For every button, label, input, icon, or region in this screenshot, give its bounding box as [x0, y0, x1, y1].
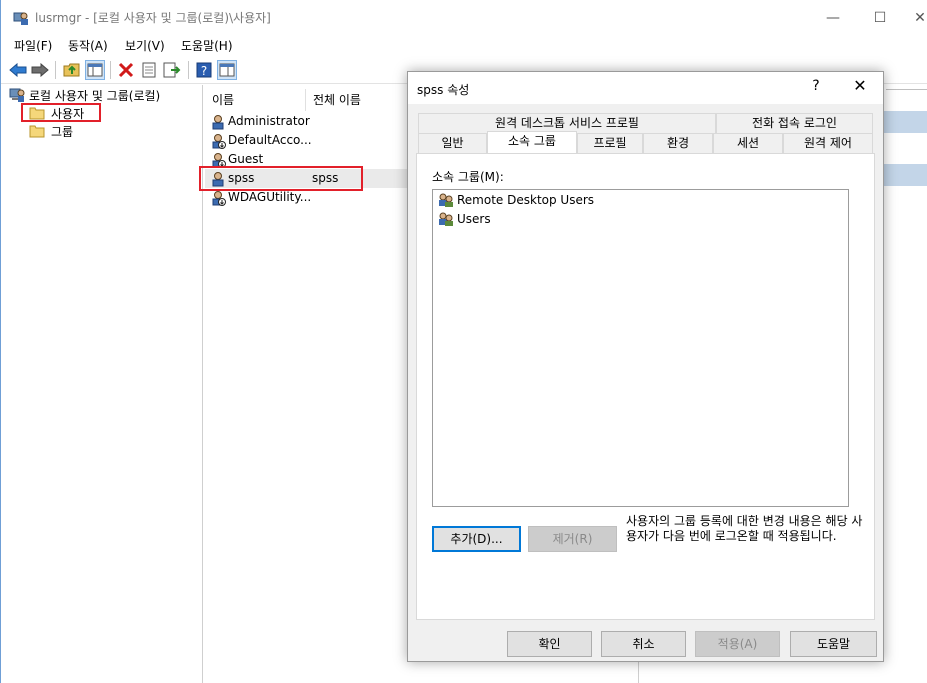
properties-dialog: spss 속성 ? ✕ 원격 데스크톱 서비스 프로필 전화 접속 로그인 일반…	[407, 71, 884, 662]
user-name: Administrator	[228, 114, 310, 128]
tab-member-of[interactable]: 소속 그룹	[487, 131, 577, 153]
toolbar-separator	[110, 61, 111, 79]
tab-general[interactable]: 일반	[418, 133, 487, 153]
member-of-tab-page: 소속 그룹(M): Remote Desktop Users Users 추가(…	[416, 153, 875, 620]
toolbar-separator	[188, 61, 189, 79]
group-name: Users	[457, 212, 491, 226]
folder-icon	[29, 125, 45, 138]
menu-help[interactable]: 도움말(H)	[181, 37, 233, 54]
disabled-user-icon	[212, 191, 226, 206]
cancel-button[interactable]: 취소	[601, 631, 686, 657]
apply-button[interactable]: 적용(A)	[695, 631, 780, 657]
dialog-title: spss 속성	[417, 83, 470, 97]
computer-users-icon	[9, 88, 25, 102]
show-hide-tree-icon[interactable]	[85, 60, 105, 80]
minimize-button[interactable]: —	[810, 4, 856, 32]
tree-root-label: 로컬 사용자 및 그룹(로컬)	[29, 88, 161, 103]
title-bar[interactable]: lusrmgr - [로컬 사용자 및 그룹(로컬)\사용자] — ☐ ✕	[1, 0, 927, 34]
toolbar-separator	[55, 61, 56, 79]
membership-note: 사용자의 그룹 등록에 대한 변경 내용은 해당 사용자가 다음 번에 로그온할…	[626, 514, 863, 543]
tree-item-groups[interactable]: 그룹	[29, 122, 73, 140]
menu-file[interactable]: 파일(F)	[14, 37, 52, 54]
dialog-help-button[interactable]: ?	[806, 78, 826, 94]
group-item-users[interactable]: Users	[438, 210, 491, 228]
window-title: lusrmgr - [로컬 사용자 및 그룹(로컬)\사용자]	[35, 11, 271, 25]
dialog-close-button[interactable]: ✕	[848, 76, 872, 95]
dialog-title-bar[interactable]: spss 속성 ? ✕	[408, 72, 883, 104]
user-icon	[212, 115, 224, 130]
column-header-name[interactable]: 이름	[212, 87, 234, 113]
group-icon	[439, 212, 453, 226]
column-divider[interactable]	[305, 89, 306, 111]
users-app-icon	[13, 12, 28, 25]
tree-root[interactable]: 로컬 사용자 및 그룹(로컬)	[9, 86, 160, 104]
ok-button[interactable]: 확인	[507, 631, 592, 657]
group-name: Remote Desktop Users	[457, 193, 595, 207]
forward-icon[interactable]	[30, 60, 50, 80]
column-header-fullname[interactable]: 전체 이름	[313, 87, 361, 113]
properties-icon[interactable]	[139, 60, 159, 80]
member-of-label: 소속 그룹(M):	[432, 170, 504, 184]
close-button[interactable]: ✕	[897, 4, 927, 32]
export-icon[interactable]	[162, 60, 182, 80]
menu-bar: 파일(F) 동작(A) 보기(V) 도움말(H)	[1, 34, 927, 56]
group-item-remote-desktop-users[interactable]: Remote Desktop Users	[438, 191, 594, 209]
tab-dial-in[interactable]: 전화 접속 로그인	[716, 113, 873, 133]
help-button[interactable]: 도움말	[790, 631, 877, 657]
tab-environment[interactable]: 환경	[643, 133, 713, 153]
tab-profile[interactable]: 프로필	[577, 133, 643, 153]
svg-text:?: ?	[201, 64, 207, 78]
menu-view[interactable]: 보기(V)	[125, 37, 165, 54]
tree-item-groups-label: 그룹	[51, 124, 74, 139]
remove-button[interactable]: 제거(R)	[528, 526, 617, 552]
group-list[interactable]: Remote Desktop Users Users	[432, 189, 849, 507]
group-icon	[439, 193, 453, 207]
disabled-user-icon	[212, 134, 226, 149]
help-icon[interactable]: ?	[194, 60, 214, 80]
user-name: Guest	[228, 152, 264, 166]
tab-sessions[interactable]: 세션	[713, 133, 783, 153]
add-button[interactable]: 추가(D)...	[432, 526, 521, 552]
delete-icon[interactable]	[116, 60, 136, 80]
menu-action[interactable]: 동작(A)	[68, 37, 108, 54]
tab-remote-control[interactable]: 원격 제어	[783, 133, 873, 153]
highlight-users-node	[21, 103, 101, 122]
view-icon[interactable]	[217, 60, 237, 80]
user-name: WDAGUtility...	[228, 190, 312, 204]
back-icon[interactable]	[8, 60, 28, 80]
tab-remote-desktop-profile[interactable]: 원격 데스크톱 서비스 프로필	[418, 113, 716, 133]
actions-divider	[886, 89, 927, 90]
up-folder-icon[interactable]	[62, 60, 82, 80]
highlight-spss-row	[199, 166, 363, 191]
user-name: DefaultAcco...	[228, 133, 312, 147]
tree-pane: 로컬 사용자 및 그룹(로컬) 사용자 그룹	[5, 85, 203, 683]
